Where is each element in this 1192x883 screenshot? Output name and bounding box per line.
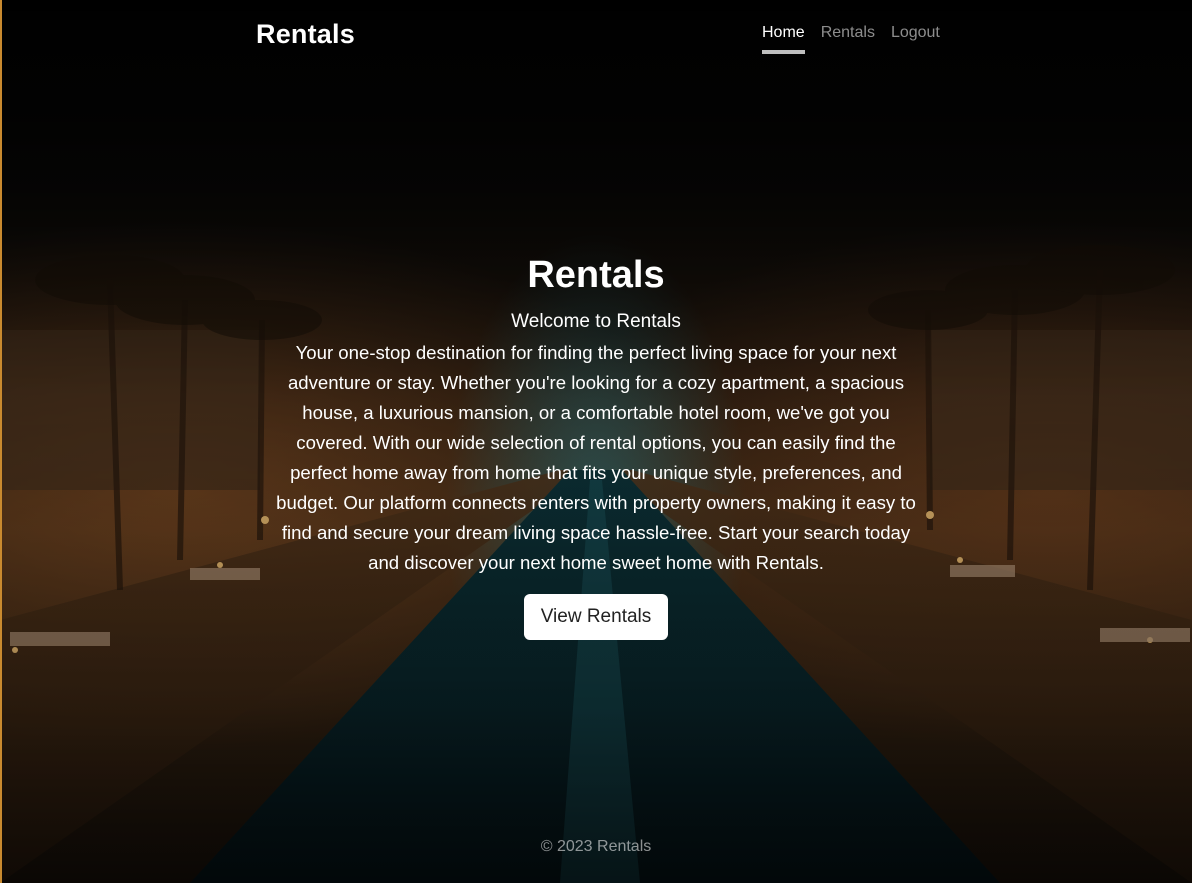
hero-title: Rentals (527, 254, 665, 296)
main-nav: Home Rentals Logout (762, 24, 940, 54)
nav-logout[interactable]: Logout (891, 24, 940, 54)
hero-section: Rentals Welcome to Rentals Your one-stop… (0, 252, 1192, 640)
copyright-text: © 2023 Rentals (540, 838, 652, 855)
nav-rentals[interactable]: Rentals (821, 24, 875, 54)
nav-home[interactable]: Home (762, 24, 805, 54)
site-footer: © 2023 Rentals (0, 838, 1192, 856)
view-rentals-button[interactable]: View Rentals (523, 594, 669, 640)
site-header: Rentals Home Rentals Logout (0, 0, 1192, 70)
brand-logo[interactable]: Rentals (256, 19, 355, 50)
hero-description: Your one-stop destination for finding th… (276, 342, 916, 573)
hero-subtitle: Welcome to Rentals (511, 311, 681, 332)
